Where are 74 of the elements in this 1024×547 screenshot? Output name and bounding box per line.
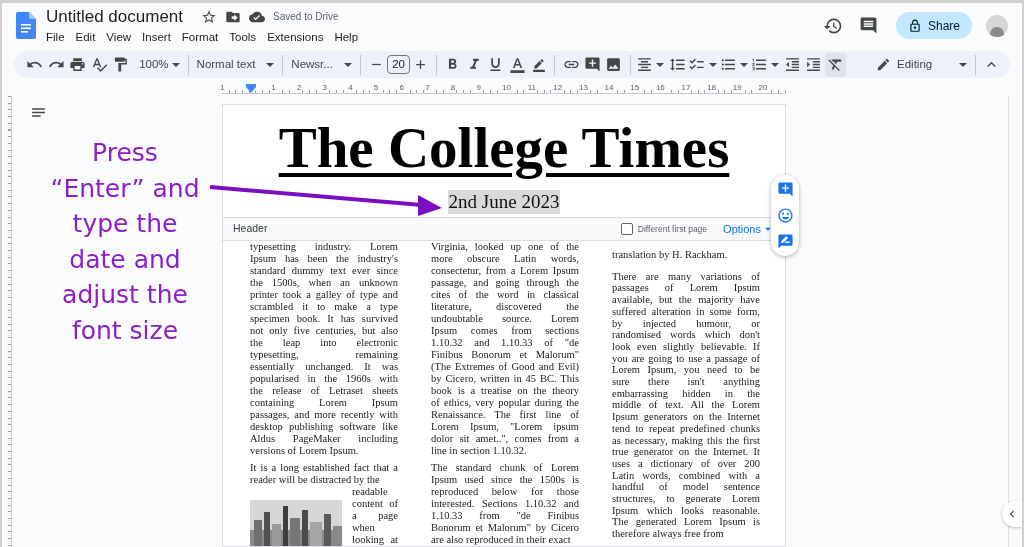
docs-logo-icon[interactable] <box>16 12 36 39</box>
paragraph-text: typesetting industry. Lorem Ipsum has been the industry's standard dummy text ever since the 1500s, when an unknown printer took a galley of type and scrambled it to make a type specimen book. It has survived not only five centuries, but also the leap into electronic typesetting, remaining essentially unchanged. It was popularised in the 1960s with the release of Letraset sheets containing Lorem Ipsum passages, and more recently with desktop publishing software like Aldus PageMaker including versions of Lorem Ipsum. <box>250 241 398 457</box>
ruler-number: 3 <box>321 83 328 93</box>
clear-formatting-icon[interactable] <box>824 52 847 77</box>
zoom-dropdown[interactable]: 100% <box>139 55 183 74</box>
lock-icon <box>908 18 922 33</box>
avatar[interactable] <box>986 14 1008 37</box>
menu-item[interactable]: Insert <box>142 28 171 45</box>
caret-icon <box>739 62 748 67</box>
annotation-text: “Enter” and <box>50 172 200 205</box>
caret-icon <box>266 62 275 67</box>
caret-icon <box>171 62 180 67</box>
star-icon[interactable] <box>201 8 218 25</box>
ruler-number: 11 <box>526 83 537 93</box>
caret-icon <box>770 62 779 67</box>
paragraph-text: There are many variations of passages of Lorem Ipsum available, but the majority have suffered alteration in some form, by injected humour, or randomised words which don't look even slightly believable. If you are going to use a passage of Lorem Ipsum, you need to be sure there isn't anything embarrassing hidden in the middle of text. All the Lorem Ipsum generators on the Internet tend to repeat predefined chunks as necessary, making this the first true generator on the Internet. It uses a dictionary of over 200 Latin words, combined with a handful of model sentence structures, to generate Lorem Ipsum which looks reasonable. The generated Lorem Ipsum is therefore always free from <box>612 270 760 540</box>
ruler-number: 12 <box>552 83 564 93</box>
add-comment-icon[interactable] <box>776 181 794 198</box>
suggest-edit-icon[interactable] <box>776 233 794 250</box>
ruler-number: 14 <box>603 83 615 93</box>
ruler-number: 15 <box>629 83 641 93</box>
ruler-number: 8 <box>449 83 457 93</box>
caret-icon <box>655 62 664 67</box>
menu-item[interactable]: Help <box>334 28 359 45</box>
menu-item[interactable]: Extensions <box>267 28 324 45</box>
emoji-icon[interactable] <box>776 207 794 224</box>
ruler-number: 1 <box>270 83 277 93</box>
pencil-icon <box>876 57 892 72</box>
ruler-number: 2 <box>295 83 303 93</box>
caret-icon <box>958 62 967 67</box>
ruler-number: 4 <box>347 83 354 93</box>
ruler-number: 17 <box>680 83 692 93</box>
menu-item[interactable]: Tools <box>229 28 257 45</box>
different-first-page-checkbox[interactable] <box>620 223 633 236</box>
annotation-text: adjust the <box>62 279 188 311</box>
menu-item[interactable]: Format <box>181 28 219 45</box>
ruler-number: 18 <box>706 83 718 93</box>
ruler-number: 6 <box>398 83 405 93</box>
ruler-number: 20 <box>757 83 769 93</box>
style-dropdown[interactable]: Normal text <box>193 55 278 74</box>
paragraph-text: translation by H. Rackham. <box>612 249 729 261</box>
document-title[interactable]: Untitled document <box>46 3 184 30</box>
paragraph-text: Virginia, looked up one of the more obscure Latin words, consectetur, from a Lorem Ipsum passage, and going through the cites of the word in classical literature, discovered the undoubtable source. Lorem Ipsum comes from sections 1.10.32 and 1.10.33 of "de Finibus Bonorum et Malorum" (The Extremes of Good and Evil) by Cicero, written in 45 BC. This book is a treatise on the theory of ethics, very popular during the Renaissance. The first line of Lorem Ipsum, "Lorem ipsum dolor sit amet..", comes from a line in section 1.10.32. <box>431 241 579 457</box>
indent-marker-icon[interactable] <box>245 84 256 93</box>
annotation-text: type the <box>72 208 178 240</box>
date-text: 2nd June 2023 <box>447 190 561 214</box>
menu-item[interactable]: File <box>46 28 65 45</box>
editing-mode-dropdown[interactable]: Editing <box>876 55 970 74</box>
annotation-text: font size <box>71 314 179 347</box>
ruler-number: 9 <box>475 83 482 93</box>
annotation-text: Press <box>92 137 158 169</box>
newspaper-title: The College Times <box>278 115 730 181</box>
ruler-number: 10 <box>501 83 512 93</box>
ruler-number: 7 <box>424 83 431 93</box>
header-label: Header <box>233 221 268 237</box>
side-panel-toggle[interactable] <box>1001 501 1022 527</box>
caret-icon <box>708 62 717 67</box>
share-button[interactable]: Share <box>896 12 972 39</box>
annotation-text: date and <box>69 243 181 276</box>
comment-icon[interactable] <box>859 16 878 35</box>
paragraph-text: readable content of a page when looking at <box>352 486 398 546</box>
ruler-number: 13 <box>577 83 589 93</box>
ruler-number: 5 <box>372 83 380 93</box>
menu-item[interactable]: Edit <box>75 28 96 45</box>
ruler-number: 1 <box>219 83 226 93</box>
ruler-number: 16 <box>654 83 666 93</box>
ruler-number: 19 <box>731 83 743 93</box>
paragraph-text: The standard chunk of Lorem Ipsum used since the 1500s is reproduced below for those interested. Sections 1.10.32 and 1.10.33 from "de Finibus Bonorum et Malorum" by Cicero are also reproduced in their exact <box>431 462 579 546</box>
menu-item[interactable]: View <box>106 28 132 45</box>
caret-icon <box>343 62 352 67</box>
font-size-field[interactable]: 20 <box>387 55 410 74</box>
save-status: Saved to Drive <box>273 10 339 24</box>
checkbox-label: Different first page <box>637 222 708 236</box>
font-dropdown[interactable]: Newsr... <box>288 55 355 74</box>
